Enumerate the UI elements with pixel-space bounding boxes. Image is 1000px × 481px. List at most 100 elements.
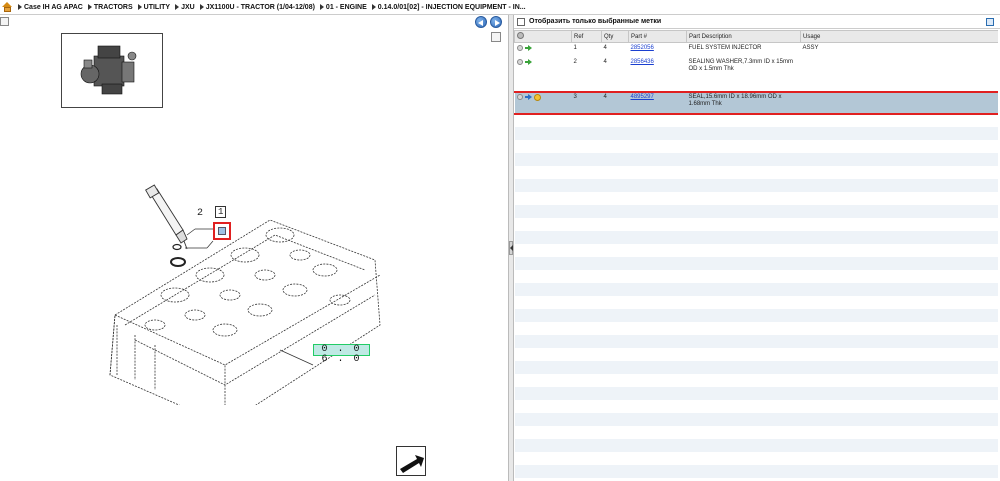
empty-row xyxy=(514,204,998,218)
cell-ref: 2 xyxy=(573,58,577,65)
exploded-parts-diagram xyxy=(109,184,381,405)
breadcrumb-separator-icon xyxy=(175,4,180,10)
diagram-panel: 2 1 0 . 0 6 . 0 xyxy=(0,15,508,481)
part-number-link[interactable]: 2852056 xyxy=(631,45,654,51)
empty-row xyxy=(514,464,998,478)
breadcrumb-item[interactable]: 0.14.0/01[02] - INJECTION EQUIPMENT - IN… xyxy=(378,4,526,11)
engine-thumbnail-image xyxy=(80,45,137,95)
cell-qty: 4 xyxy=(603,58,607,65)
column-header-qty[interactable]: Qty xyxy=(601,30,629,43)
empty-row xyxy=(514,152,998,166)
table-row[interactable]: 2 4 2856436 SEALING WASHER,7.3mm ID x 15… xyxy=(515,57,999,79)
parts-list-panel: Отобразить только выбранные метки Ref Qt… xyxy=(514,15,1000,481)
table-row[interactable]: 1 4 2852056 FUEL SYSTEM INJECTOR ASSY xyxy=(515,43,999,57)
export-button[interactable] xyxy=(396,446,426,476)
cell-description: SEALING WASHER,7.3mm ID x 15mm OD x 1.5m… xyxy=(688,58,793,72)
empty-row xyxy=(514,438,998,452)
filter-bar: Отобразить только выбранные метки xyxy=(514,15,1000,29)
breadcrumb-separator-icon xyxy=(199,4,204,10)
empty-row xyxy=(514,178,998,192)
callout-3-highlight[interactable] xyxy=(213,222,231,240)
cell-usage xyxy=(800,91,998,114)
breadcrumb-item[interactable]: JX1100U - TRACTOR (1/04-12/08) xyxy=(206,4,315,11)
breadcrumb-separator-icon xyxy=(18,4,22,10)
row-icons xyxy=(514,91,572,114)
arrow-left-icon[interactable] xyxy=(475,16,487,28)
expand-icon[interactable] xyxy=(0,17,9,26)
collapse-arrow-icon[interactable] xyxy=(509,241,513,255)
engine-thumbnail[interactable] xyxy=(61,33,163,108)
callout-2[interactable]: 2 xyxy=(197,208,203,219)
cell-usage: ASSY xyxy=(802,45,819,51)
empty-row xyxy=(514,334,998,348)
callout-3-marker xyxy=(218,227,226,235)
empty-row xyxy=(515,166,999,179)
breadcrumb-item[interactable]: Case IH AG APAC xyxy=(24,4,83,11)
home-icon[interactable] xyxy=(2,2,13,12)
breadcrumb-separator-icon xyxy=(87,4,92,10)
circle-icon[interactable] xyxy=(516,94,523,100)
breadcrumb-separator-icon xyxy=(319,4,324,10)
callout-1[interactable]: 1 xyxy=(215,206,227,218)
breadcrumb-item[interactable]: 01 - ENGINE xyxy=(326,4,367,11)
breadcrumb-item[interactable]: JXU xyxy=(181,4,195,11)
column-header-description[interactable]: Part Description xyxy=(686,30,801,43)
cell-ref: 1 xyxy=(573,45,577,51)
row-icons xyxy=(515,57,572,79)
empty-row xyxy=(514,282,998,296)
empty-row xyxy=(514,412,998,426)
empty-row xyxy=(514,230,998,244)
column-header-ref[interactable]: Ref xyxy=(571,30,602,43)
row-icons xyxy=(515,43,572,57)
arrow-right-icon[interactable] xyxy=(490,16,502,28)
cell-ref: 3 xyxy=(571,91,602,114)
table-row-spacer xyxy=(515,79,999,92)
cell-description: SEAL,15.6mm ID x 18.96mm OD x 1.68mm Thk xyxy=(686,91,801,114)
circle-icon[interactable] xyxy=(516,45,523,51)
empty-row xyxy=(515,192,999,205)
empty-row xyxy=(515,426,999,439)
arrow-right-icon[interactable] xyxy=(524,94,532,100)
part-number-link[interactable]: 2856436 xyxy=(631,59,654,65)
empty-row xyxy=(515,452,999,465)
panel-scroll-icon[interactable] xyxy=(491,32,501,42)
empty-row xyxy=(515,270,999,283)
filter-selected-label: Отобразить только выбранные метки xyxy=(529,18,662,25)
export-arrow-icon xyxy=(400,455,424,473)
breadcrumb: Case IH AG APAC TRACTORS UTILITY JXU JX1… xyxy=(0,0,1000,15)
empty-row xyxy=(515,244,999,257)
arrow-right-icon[interactable] xyxy=(524,58,532,65)
breadcrumb-separator-icon xyxy=(371,4,376,10)
empty-row xyxy=(515,114,999,127)
empty-row xyxy=(515,400,999,413)
reference-code-box[interactable]: 0 . 0 6 . 0 xyxy=(313,344,370,365)
empty-row xyxy=(515,322,999,335)
empty-row xyxy=(515,140,999,153)
empty-row xyxy=(514,360,998,374)
list-options-icon[interactable] xyxy=(986,18,994,26)
table-row-selected[interactable]: 3 4 4895297 SEAL,15.6mm ID x 18.96mm OD … xyxy=(514,91,998,114)
empty-row xyxy=(514,308,998,322)
column-header-usage[interactable]: Usage xyxy=(800,30,998,43)
breadcrumb-item[interactable]: TRACTORS xyxy=(94,4,133,11)
cell-qty: 4 xyxy=(601,91,629,114)
empty-row xyxy=(515,348,999,361)
star-icon[interactable] xyxy=(533,93,541,101)
header-select-icon[interactable] xyxy=(514,30,572,43)
column-header-part-number[interactable]: Part # xyxy=(628,30,687,43)
filter-selected-checkbox[interactable] xyxy=(517,17,525,26)
table-header: Ref Qty Part # Part Description Usage xyxy=(514,30,998,43)
empty-row xyxy=(515,296,999,309)
cell-usage xyxy=(801,57,999,79)
part-number-link[interactable]: 4895297 xyxy=(631,94,654,100)
empty-row xyxy=(515,218,999,231)
empty-row xyxy=(514,386,998,400)
empty-row xyxy=(514,126,998,140)
arrow-right-icon[interactable] xyxy=(524,45,532,51)
circle-icon[interactable] xyxy=(516,58,523,65)
parts-table: Ref Qty Part # Part Description Usage 1 … xyxy=(514,30,998,481)
breadcrumb-item[interactable]: UTILITY xyxy=(144,4,170,11)
cell-qty: 4 xyxy=(603,45,607,51)
breadcrumb-separator-icon xyxy=(137,4,142,10)
empty-row xyxy=(514,256,998,270)
